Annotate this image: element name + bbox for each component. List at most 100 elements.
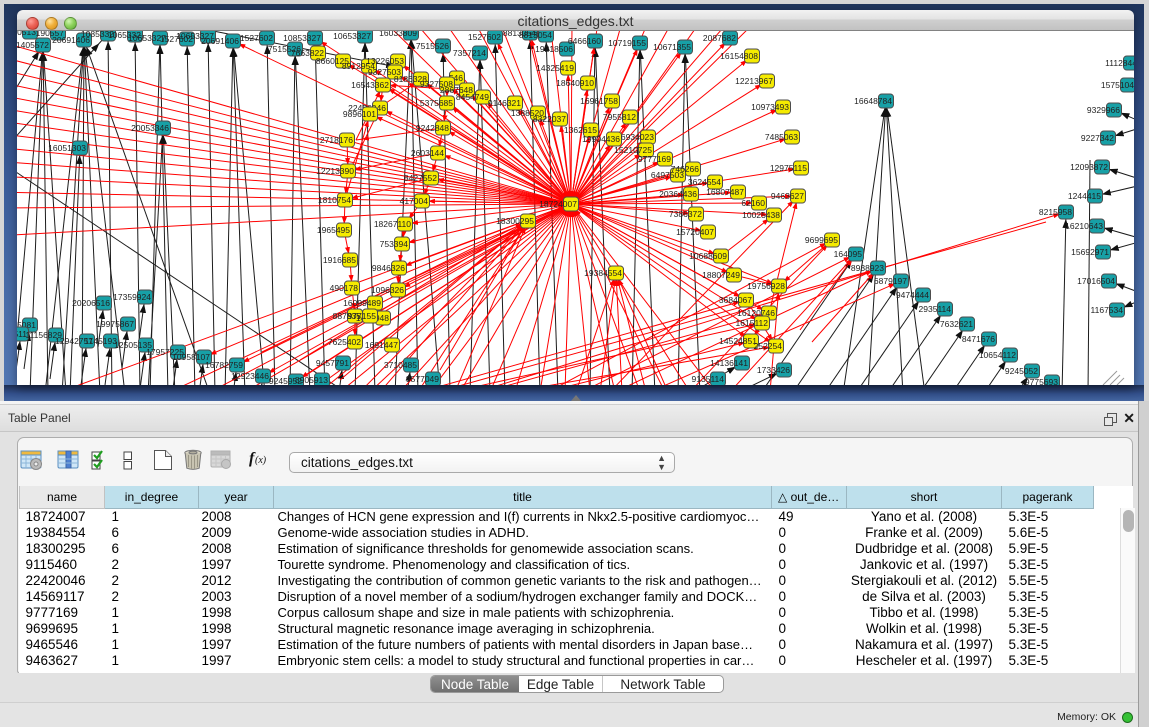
svg-text:7632621: 7632621: [940, 319, 973, 329]
svg-text:18724007: 18724007: [539, 199, 577, 209]
svg-text:19756928: 19756928: [747, 281, 785, 291]
svg-text:10654112: 10654112: [979, 350, 1016, 360]
svg-text:18640910: 18640910: [556, 78, 594, 88]
svg-text:164095: 164095: [834, 249, 863, 259]
svg-text:9242848: 9242848: [416, 123, 449, 133]
svg-text:1733426: 1733426: [757, 365, 790, 375]
svg-text:15692971: 15692971: [1071, 247, 1109, 257]
svg-text:3710485: 3710485: [384, 360, 417, 370]
svg-text:8322037: 8322037: [533, 114, 566, 124]
svg-text:1916685: 1916685: [323, 255, 356, 265]
svg-text:9699695: 9699695: [805, 235, 838, 245]
svg-text:14524851: 14524851: [719, 336, 757, 346]
svg-text:160513: 160513: [17, 31, 36, 37]
svg-text:5375685: 5375685: [420, 98, 453, 108]
svg-text:7386372: 7386372: [669, 209, 702, 219]
svg-text:16051303: 16051303: [48, 143, 86, 153]
svg-text:9457791: 9457791: [316, 358, 349, 368]
svg-text:20691406: 20691406: [201, 36, 239, 46]
svg-text:1112844: 1112844: [1105, 58, 1134, 68]
svg-text:9245052: 9245052: [1005, 366, 1038, 376]
svg-text:8813054: 8813054: [519, 31, 552, 40]
svg-text:14325419: 14325419: [536, 63, 574, 73]
svg-text:19384554: 19384554: [584, 268, 622, 278]
svg-text:15720407: 15720407: [676, 227, 714, 237]
svg-text:2603144: 2603144: [411, 148, 444, 158]
svg-text:3684067: 3684067: [719, 295, 752, 305]
svg-text:7955812: 7955812: [603, 112, 636, 122]
svg-text:746266: 746266: [671, 164, 700, 174]
svg-text:12213967: 12213967: [735, 76, 773, 86]
svg-text:(x): (x): [255, 455, 267, 466]
svg-text:16033809: 16033809: [379, 31, 417, 38]
svg-text:16782759: 16782759: [205, 360, 243, 370]
svg-text:1615112: 1615112: [736, 318, 769, 328]
svg-text:9463627: 9463627: [771, 191, 804, 201]
svg-text:18807249: 18807249: [702, 270, 740, 280]
svg-text:8471676: 8471676: [962, 334, 995, 344]
svg-text:12213390: 12213390: [316, 166, 354, 176]
svg-text:6934023: 6934023: [621, 132, 654, 142]
svg-text:12975115: 12975115: [770, 163, 807, 173]
svg-text:9775693: 9775693: [1025, 377, 1058, 385]
svg-text:16961758: 16961758: [580, 96, 618, 106]
svg-text:10688609: 10688609: [689, 251, 727, 261]
svg-text:16543362: 16543362: [351, 80, 389, 90]
svg-text:10719155: 10719155: [608, 38, 646, 48]
svg-text:1527602: 1527602: [468, 32, 501, 42]
svg-text:19975867: 19975867: [96, 319, 134, 329]
svg-text:9846326: 9846326: [372, 263, 405, 273]
svg-text:1965495: 1965495: [317, 225, 350, 235]
svg-text:9896101: 9896101: [343, 109, 376, 119]
svg-text:417004: 417004: [400, 196, 429, 206]
svg-text:16099489: 16099489: [343, 298, 381, 308]
svg-text:3624554: 3624554: [688, 177, 721, 187]
svg-text:12093872: 12093872: [1070, 162, 1108, 172]
svg-text:1167534: 1167534: [1091, 305, 1124, 315]
svg-text:20364436: 20364436: [659, 189, 697, 199]
svg-text:18300295: 18300295: [496, 216, 534, 226]
svg-text:9577049: 9577049: [406, 374, 439, 384]
svg-text:9227342: 9227342: [1081, 133, 1114, 143]
svg-text:7357214: 7357214: [453, 48, 486, 58]
svg-text:9474444: 9474444: [896, 290, 929, 300]
svg-text:10973493: 10973493: [751, 102, 789, 112]
svg-text:9777169: 9777169: [638, 154, 671, 164]
svg-text:1145193: 1145193: [85, 336, 118, 346]
svg-text:1405572: 1405572: [17, 40, 49, 50]
svg-text:753394: 753394: [380, 239, 409, 249]
svg-text:17359924: 17359924: [113, 292, 151, 302]
svg-text:10853327: 10853327: [283, 33, 321, 43]
svg-text:10653327: 10653327: [333, 31, 371, 41]
svg-text:12923446: 12923446: [231, 371, 269, 381]
svg-text:6466160: 6466160: [568, 36, 601, 46]
svg-text:2718176: 2718176: [320, 135, 353, 145]
svg-text:20053346: 20053346: [131, 123, 169, 133]
svg-text:8215958: 8215958: [1039, 207, 1072, 217]
svg-text:1244415: 1244415: [1068, 191, 1101, 201]
svg-text:9135114: 9135114: [692, 374, 725, 384]
svg-text:16807487: 16807487: [706, 187, 744, 197]
svg-text:2087682: 2087682: [703, 33, 736, 43]
svg-text:16210643: 16210643: [1065, 221, 1103, 231]
svg-text:10671355: 10671355: [653, 42, 691, 52]
svg-text:14136141: 14136141: [710, 358, 748, 368]
svg-text:977155: 977155: [348, 311, 377, 321]
svg-text:1575104: 1575104: [1101, 80, 1134, 90]
svg-text:1096326: 1096326: [371, 285, 404, 295]
svg-text:2935114: 2935114: [919, 304, 952, 314]
svg-text:8427552: 8427552: [404, 173, 437, 183]
svg-text:18267110: 18267110: [374, 219, 411, 229]
svg-text:490178: 490178: [330, 283, 359, 293]
svg-text:20206516: 20206516: [72, 298, 110, 308]
svg-text:1527602: 1527602: [240, 33, 273, 43]
svg-text:16154808: 16154808: [720, 51, 758, 61]
svg-text:9146321: 9146321: [488, 98, 521, 108]
svg-text:6879197: 6879197: [874, 276, 907, 286]
svg-text:252254: 252254: [754, 341, 783, 351]
svg-text:8938923: 8938923: [851, 263, 884, 273]
svg-text:1691447: 1691447: [365, 340, 398, 350]
svg-text:62160: 62160: [741, 198, 765, 208]
svg-text:7515526: 7515526: [416, 41, 449, 51]
svg-text:8905913: 8905913: [295, 375, 328, 385]
